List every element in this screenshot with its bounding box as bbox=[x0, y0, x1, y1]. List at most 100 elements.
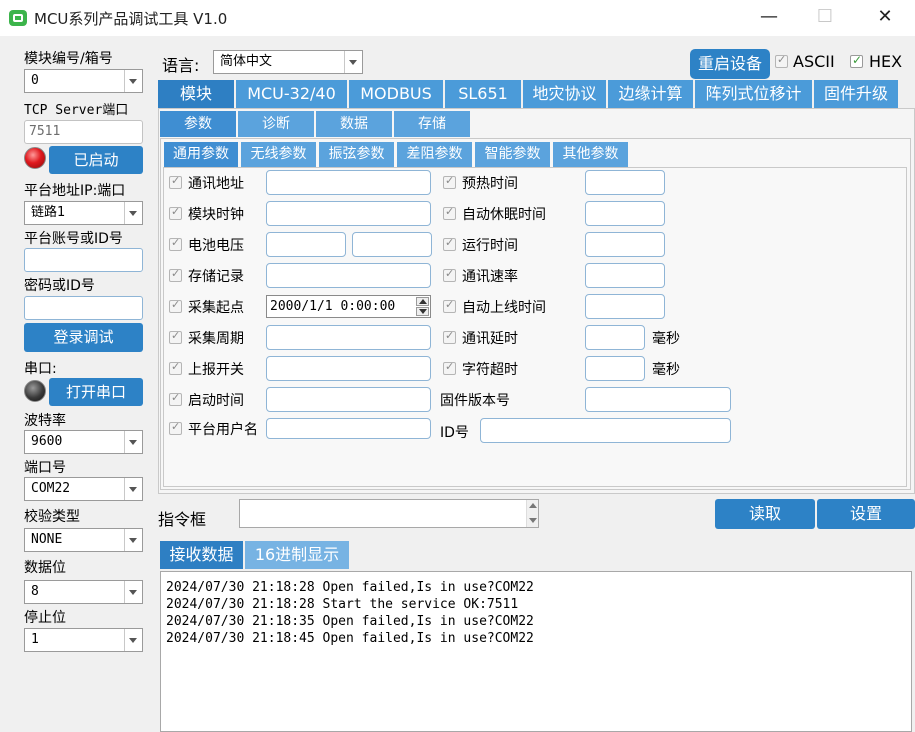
module-clock-input[interactable] bbox=[266, 201, 431, 226]
tab-mcu-32-40[interactable]: MCU-32/40 bbox=[236, 80, 347, 108]
scroll-up-icon[interactable] bbox=[529, 503, 537, 508]
server-started-button[interactable]: 已启动 bbox=[49, 146, 143, 174]
link-select[interactable]: 链路1 bbox=[24, 201, 143, 225]
tab-data[interactable]: 数据 bbox=[316, 111, 392, 137]
param-checkbox-comm-delay[interactable] bbox=[443, 329, 456, 344]
collect-start-value: 2000/1/1 0:00:00 bbox=[270, 299, 396, 314]
data-bits-label: 数据位 bbox=[24, 560, 66, 576]
report-switch-input[interactable] bbox=[266, 356, 431, 381]
auto-sleep-time-input[interactable] bbox=[585, 201, 665, 226]
tab-hex-display[interactable]: 16进制显示 bbox=[245, 541, 349, 569]
open-serial-button[interactable]: 打开串口 bbox=[49, 378, 143, 406]
param-checkbox-storage-records[interactable] bbox=[169, 267, 182, 282]
log-line: 2024/07/30 21:18:35 Open failed,Is in us… bbox=[166, 614, 534, 629]
module-number-select[interactable]: 0 bbox=[24, 69, 143, 93]
comm-address-input[interactable] bbox=[266, 170, 431, 195]
app-icon bbox=[8, 8, 28, 28]
tab-sl651[interactable]: SL651 bbox=[445, 80, 521, 108]
comm-rate-input[interactable] bbox=[585, 263, 665, 288]
tab-firmware-upgrade[interactable]: 固件升级 bbox=[814, 80, 898, 108]
close-button[interactable]: ✕ bbox=[862, 0, 908, 36]
auto-online-time-input[interactable] bbox=[585, 294, 665, 319]
spin-down-icon[interactable] bbox=[416, 307, 429, 316]
command-scrollbar[interactable] bbox=[526, 500, 538, 527]
param-checkbox-preheat-time[interactable] bbox=[443, 174, 456, 189]
tab-vibrating-wire-params[interactable]: 振弦参数 bbox=[319, 142, 394, 167]
scroll-down-icon[interactable] bbox=[529, 518, 537, 523]
password-input[interactable] bbox=[24, 296, 143, 320]
param-checkbox-comm-address[interactable] bbox=[169, 174, 182, 189]
port-number-label: 端口号 bbox=[24, 460, 66, 476]
tab-differential-resistance-params[interactable]: 差阻参数 bbox=[397, 142, 472, 167]
collect-period-input[interactable] bbox=[266, 325, 431, 350]
tab-module[interactable]: 模块 bbox=[158, 80, 234, 108]
start-time-input[interactable] bbox=[266, 387, 431, 412]
minimize-button[interactable]: — bbox=[746, 0, 792, 36]
preheat-time-input[interactable] bbox=[585, 170, 665, 195]
tab-storage[interactable]: 存储 bbox=[394, 111, 470, 137]
serial-status-led-icon bbox=[24, 380, 46, 402]
param-checkbox-report-switch[interactable] bbox=[169, 360, 182, 375]
command-input[interactable] bbox=[239, 499, 539, 528]
param-checkbox-collect-start[interactable] bbox=[169, 298, 182, 313]
param-checkbox-platform-username[interactable] bbox=[169, 420, 182, 435]
firmware-version-input[interactable] bbox=[585, 387, 731, 412]
collect-start-datetime-input[interactable]: 2000/1/1 0:00:00 bbox=[266, 295, 431, 318]
restart-device-button[interactable]: 重启设备 bbox=[690, 49, 770, 79]
platform-address-label: 平台地址IP:端口 bbox=[24, 183, 126, 199]
read-button[interactable]: 读取 bbox=[715, 499, 815, 529]
title-bar: MCU系列产品调试工具 V1.0 — ☐ ✕ bbox=[0, 0, 915, 36]
param-checkbox-char-timeout[interactable] bbox=[443, 360, 456, 375]
tab-other-params[interactable]: 其他参数 bbox=[553, 142, 628, 167]
id-number-label: ID号 bbox=[440, 425, 469, 441]
tcp-port-input[interactable]: 7511 bbox=[24, 120, 143, 144]
platform-account-input[interactable] bbox=[24, 248, 143, 272]
ascii-checkbox[interactable] bbox=[775, 53, 788, 68]
receive-log-area[interactable]: 2024/07/30 21:18:28 Open failed,Is in us… bbox=[160, 571, 912, 732]
id-number-input[interactable] bbox=[480, 418, 731, 443]
maximize-button[interactable]: ☐ bbox=[802, 0, 848, 36]
login-debug-button[interactable]: 登录调试 bbox=[24, 323, 143, 352]
hex-checkbox[interactable] bbox=[850, 53, 863, 68]
param-checkbox-auto-sleep-time[interactable] bbox=[443, 205, 456, 220]
run-time-input[interactable] bbox=[585, 232, 665, 257]
spin-up-icon[interactable] bbox=[416, 297, 429, 306]
chevron-down-icon bbox=[344, 51, 362, 73]
param-checkbox-comm-rate[interactable] bbox=[443, 267, 456, 282]
log-line: 2024/07/30 21:18:28 Start the service OK… bbox=[166, 597, 519, 612]
char-timeout-unit: 毫秒 bbox=[652, 362, 680, 378]
tab-parameters[interactable]: 参数 bbox=[160, 111, 236, 137]
language-select[interactable]: 简体中文 bbox=[213, 50, 363, 74]
parity-type-select[interactable]: NONE bbox=[24, 528, 143, 552]
tab-receive-data[interactable]: 接收数据 bbox=[160, 541, 243, 569]
tab-general-params[interactable]: 通用参数 bbox=[164, 142, 238, 167]
tab-smart-params[interactable]: 智能参数 bbox=[475, 142, 550, 167]
baud-rate-label: 波特率 bbox=[24, 413, 66, 429]
baud-rate-select[interactable]: 9600 bbox=[24, 430, 143, 454]
param-checkbox-start-time[interactable] bbox=[169, 391, 182, 406]
tab-modbus[interactable]: MODBUS bbox=[349, 80, 443, 108]
param-checkbox-module-clock[interactable] bbox=[169, 205, 182, 220]
param-checkbox-battery-voltage[interactable] bbox=[169, 236, 182, 251]
storage-records-input[interactable] bbox=[266, 263, 431, 288]
battery-voltage-input-1[interactable] bbox=[266, 232, 346, 257]
chevron-down-icon bbox=[124, 529, 142, 551]
tab-geo-disaster-protocol[interactable]: 地灾协议 bbox=[523, 80, 606, 108]
param-checkbox-run-time[interactable] bbox=[443, 236, 456, 251]
stop-bits-select[interactable]: 1 bbox=[24, 628, 143, 652]
command-label: 指令框 bbox=[158, 510, 207, 529]
set-button[interactable]: 设置 bbox=[817, 499, 915, 529]
tab-array-displacement[interactable]: 阵列式位移计 bbox=[695, 80, 812, 108]
tab-edge-computing[interactable]: 边缘计算 bbox=[608, 80, 693, 108]
port-number-select[interactable]: COM22 bbox=[24, 477, 143, 501]
tab-diagnostics[interactable]: 诊断 bbox=[238, 111, 314, 137]
param-label-char-timeout: 字符超时 bbox=[462, 362, 518, 378]
comm-delay-input[interactable] bbox=[585, 325, 645, 350]
tab-wireless-params[interactable]: 无线参数 bbox=[241, 142, 316, 167]
battery-voltage-input-2[interactable] bbox=[352, 232, 432, 257]
param-checkbox-collect-period[interactable] bbox=[169, 329, 182, 344]
platform-username-input[interactable] bbox=[266, 418, 431, 439]
data-bits-select[interactable]: 8 bbox=[24, 580, 143, 604]
char-timeout-input[interactable] bbox=[585, 356, 645, 381]
param-checkbox-auto-online-time[interactable] bbox=[443, 298, 456, 313]
